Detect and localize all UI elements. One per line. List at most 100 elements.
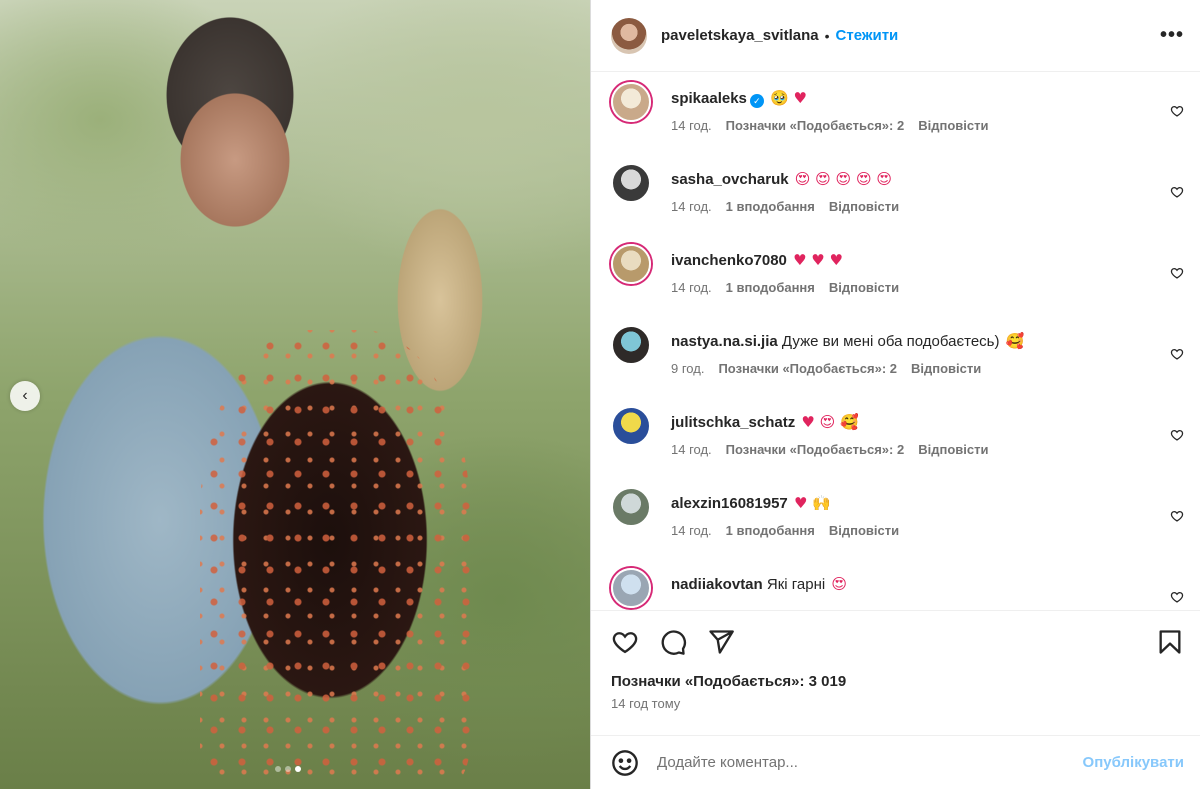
comment-text-line: spikaaleks ✓ 🥹 ♥ xyxy=(671,88,1184,109)
comment-like-heart-icon[interactable] xyxy=(1170,509,1184,523)
post-timestamp: 14 год тому xyxy=(611,696,681,711)
comment-time: 14 год. xyxy=(671,523,712,538)
comment-item: julitschka_schatz ♥ 😍 🥰 14 год. Позначки… xyxy=(611,404,1184,485)
comment-emoji: ♥ 😍 🥰 xyxy=(801,413,859,431)
comment-text-line: nadiiakovtan Які гарні 😍 xyxy=(671,574,1184,595)
carousel-indicator xyxy=(275,766,301,772)
comment-item: sasha_ovcharuk 😍 😍 😍 😍 😍 14 год. 1 вподо… xyxy=(611,161,1184,242)
commenter-username[interactable]: spikaaleks xyxy=(671,90,747,107)
comment-time: 14 год. xyxy=(671,199,712,214)
carousel-dot-active xyxy=(295,766,301,772)
comment-likes[interactable]: Позначки «Подобається»: 2 xyxy=(726,442,905,457)
dress-pattern xyxy=(200,330,470,789)
comment-item: ivanchenko7080 ♥ ♥ ♥ 14 год. 1 вподобанн… xyxy=(611,242,1184,323)
comment-like-heart-icon[interactable] xyxy=(1170,428,1184,442)
comment-bubble-icon[interactable] xyxy=(659,628,687,656)
comment-likes[interactable]: Позначки «Подобається»: 2 xyxy=(726,118,905,133)
comment-composer: Опублікувати xyxy=(591,735,1200,789)
comment-meta: 14 год. 1 вподобання Відповісти xyxy=(671,199,1184,214)
comments-list[interactable]: spikaaleks ✓ 🥹 ♥ 14 год. Позначки «Подоба… xyxy=(591,72,1200,611)
comment-meta: 9 год. Позначки «Подобається»: 2 Відпові… xyxy=(671,361,1184,376)
comment-likes[interactable]: 1 вподобання xyxy=(726,280,815,295)
share-paper-plane-icon[interactable] xyxy=(707,628,735,656)
publish-button[interactable]: Опублікувати xyxy=(1083,754,1184,771)
comment-text: Які гарні xyxy=(766,576,826,593)
comment-like-heart-icon[interactable] xyxy=(1170,104,1184,118)
comment-text-line: ivanchenko7080 ♥ ♥ ♥ xyxy=(671,250,1184,271)
comment-time: 9 год. xyxy=(671,361,705,376)
carousel-dot xyxy=(275,766,281,772)
comment-like-heart-icon[interactable] xyxy=(1170,185,1184,199)
commenter-avatar[interactable] xyxy=(611,406,651,446)
commenter-avatar[interactable] xyxy=(611,568,651,608)
follow-button[interactable]: Стежити xyxy=(836,27,899,44)
comment-like-heart-icon[interactable] xyxy=(1170,347,1184,361)
comment-item: nastya.na.si.jia Дуже ви мені оба подоба… xyxy=(611,323,1184,404)
post-side-panel: paveletskaya_svitlana • Стежити ••• spik… xyxy=(591,0,1200,789)
like-heart-icon[interactable] xyxy=(611,628,639,656)
comment-meta: 14 год. 1 вподобання Відповісти xyxy=(671,523,1184,538)
author-username[interactable]: paveletskaya_svitlana xyxy=(661,27,819,44)
comment-body: nadiiakovtan Які гарні 😍 xyxy=(671,566,1184,610)
comment-text-line: nastya.na.si.jia Дуже ви мені оба подоба… xyxy=(671,331,1184,352)
commenter-avatar[interactable] xyxy=(611,163,651,203)
commenter-username[interactable]: nastya.na.si.jia xyxy=(671,333,778,350)
commenter-username[interactable]: nadiiakovtan xyxy=(671,576,763,593)
bookmark-icon[interactable] xyxy=(1156,628,1184,656)
comment-item: nadiiakovtan Які гарні 😍 xyxy=(611,566,1184,610)
comment-emoji: 😍 xyxy=(831,575,848,593)
verified-badge-icon: ✓ xyxy=(749,94,764,108)
comment-text-line: julitschka_schatz ♥ 😍 🥰 xyxy=(671,412,1184,433)
commenter-username[interactable]: julitschka_schatz xyxy=(671,414,795,431)
reply-button[interactable]: Відповісти xyxy=(829,280,899,295)
carousel-dot xyxy=(285,766,291,772)
comment-body: ivanchenko7080 ♥ ♥ ♥ 14 год. 1 вподобанн… xyxy=(671,242,1184,323)
post-photo[interactable]: ‹ xyxy=(0,0,590,789)
author-avatar[interactable] xyxy=(611,17,647,54)
comment-body: nastya.na.si.jia Дуже ви мені оба подоба… xyxy=(671,323,1184,404)
comment-likes[interactable]: 1 вподобання xyxy=(726,523,815,538)
comment-like-heart-icon[interactable] xyxy=(1170,266,1184,280)
comment-body: julitschka_schatz ♥ 😍 🥰 14 год. Позначки… xyxy=(671,404,1184,485)
comment-time: 14 год. xyxy=(671,442,712,457)
commenter-avatar[interactable] xyxy=(611,82,651,122)
reply-button[interactable]: Відповісти xyxy=(918,118,988,133)
comment-time: 14 год. xyxy=(671,118,712,133)
commenter-avatar[interactable] xyxy=(611,487,651,527)
likes-count[interactable]: Позначки «Подобається»: 3 019 xyxy=(591,673,1200,690)
comment-likes[interactable]: Позначки «Подобається»: 2 xyxy=(718,361,897,376)
comment-body: sasha_ovcharuk 😍 😍 😍 😍 😍 14 год. 1 вподо… xyxy=(671,161,1184,242)
commenter-avatar[interactable] xyxy=(611,244,651,284)
comment-body: alexzin16081957 ♥ 🙌 14 год. 1 вподобання… xyxy=(671,485,1184,566)
comment-like-heart-icon[interactable] xyxy=(1170,590,1184,604)
instagram-post-modal: ‹ paveletskaya_svitlana • Стежити ••• sp… xyxy=(0,0,1200,789)
reply-button[interactable]: Відповісти xyxy=(911,361,981,376)
comment-text-line: sasha_ovcharuk 😍 😍 😍 😍 😍 xyxy=(671,169,1184,190)
comment-item: spikaaleks ✓ 🥹 ♥ 14 год. Позначки «Подоба… xyxy=(611,80,1184,161)
comment-emoji: 😍 😍 😍 😍 😍 xyxy=(794,170,893,188)
comment-likes[interactable]: 1 вподобання xyxy=(726,199,815,214)
comment-emoji: ♥ ♥ ♥ xyxy=(793,251,843,269)
more-options-icon[interactable]: ••• xyxy=(1160,24,1184,47)
commenter-username[interactable]: sasha_ovcharuk xyxy=(671,171,789,188)
comment-meta: 14 год. Позначки «Подобається»: 2 Відпов… xyxy=(671,442,1184,457)
reply-button[interactable]: Відповісти xyxy=(918,442,988,457)
comment-text-line: alexzin16081957 ♥ 🙌 xyxy=(671,493,1184,514)
commenter-username[interactable]: ivanchenko7080 xyxy=(671,252,787,269)
previous-photo-button[interactable]: ‹ xyxy=(10,381,40,411)
commenter-username[interactable]: alexzin16081957 xyxy=(671,495,788,512)
comment-emoji: 🥰 xyxy=(1005,332,1025,350)
chevron-left-icon: ‹ xyxy=(22,387,28,404)
emoji-smiley-icon[interactable] xyxy=(611,749,639,777)
reply-button[interactable]: Відповісти xyxy=(829,523,899,538)
comment-meta: 14 год. 1 вподобання Відповісти xyxy=(671,280,1184,295)
commenter-avatar[interactable] xyxy=(611,325,651,365)
comment-input[interactable] xyxy=(657,754,1083,771)
comment-emoji: 🥹 ♥ xyxy=(770,89,807,107)
separator-dot: • xyxy=(824,27,830,44)
comment-time: 14 год. xyxy=(671,280,712,295)
reply-button[interactable]: Відповісти xyxy=(829,199,899,214)
comment-text: Дуже ви мені оба подобаєтесь) xyxy=(781,333,1000,350)
comment-emoji: ♥ 🙌 xyxy=(793,494,831,512)
comment-meta: 14 год. Позначки «Подобається»: 2 Відпов… xyxy=(671,118,1184,133)
